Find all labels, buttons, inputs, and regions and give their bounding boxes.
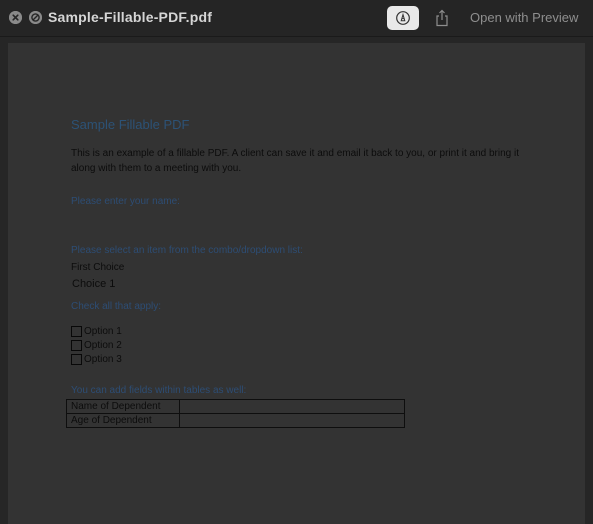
share-button[interactable] <box>432 7 452 29</box>
checkbox-prompt: Check all that apply: <box>71 301 162 312</box>
checkbox[interactable] <box>71 340 82 351</box>
share-icon <box>436 9 448 27</box>
option-1[interactable]: Option 1 <box>71 325 122 338</box>
combo-dropdown[interactable]: Choice 1 <box>72 278 115 290</box>
option-label: Option 3 <box>84 354 122 365</box>
document-title: Sample Fillable PDF <box>71 117 190 132</box>
pdf-page: Sample Fillable PDF This is an example o… <box>8 43 585 524</box>
combo-field-label: First Choice <box>71 262 125 273</box>
checkbox[interactable] <box>71 326 82 337</box>
window-title: Sample-Fillable-PDF.pdf <box>48 9 213 25</box>
option-label: Option 1 <box>84 326 122 337</box>
name-prompt: Please enter your name: <box>71 196 180 207</box>
titlebar: Sample-Fillable-PDF.pdf Open with Previe… <box>0 0 593 37</box>
quick-look-window: Sample-Fillable-PDF.pdf Open with Previe… <box>0 0 593 524</box>
dependent-table: Name of Dependent Age of Dependent <box>66 399 405 428</box>
checkbox[interactable] <box>71 354 82 365</box>
close-icon <box>9 11 22 24</box>
markup-pen-icon <box>396 11 410 25</box>
intro-paragraph: This is an example of a fillable PDF. A … <box>71 148 520 174</box>
fullscreen-button[interactable] <box>29 11 42 24</box>
table-row: Age of Dependent <box>66 413 405 428</box>
combo-prompt: Please select an item from the combo/dro… <box>71 245 303 256</box>
option-2[interactable]: Option 2 <box>71 339 122 352</box>
table-row: Name of Dependent <box>66 399 405 414</box>
dependent-age-field[interactable] <box>179 413 405 428</box>
option-3[interactable]: Option 3 <box>71 353 122 366</box>
option-label: Option 2 <box>84 340 122 351</box>
open-with-preview-button[interactable]: Open with Preview <box>470 10 578 25</box>
dependent-name-field[interactable] <box>179 399 405 414</box>
close-button[interactable] <box>9 11 22 24</box>
block-icon <box>29 11 42 24</box>
table-cell-label: Age of Dependent <box>66 413 180 428</box>
table-prompt: You can add fields within tables as well… <box>71 385 247 396</box>
table-cell-label: Name of Dependent <box>66 399 180 414</box>
markup-button[interactable] <box>387 6 419 30</box>
